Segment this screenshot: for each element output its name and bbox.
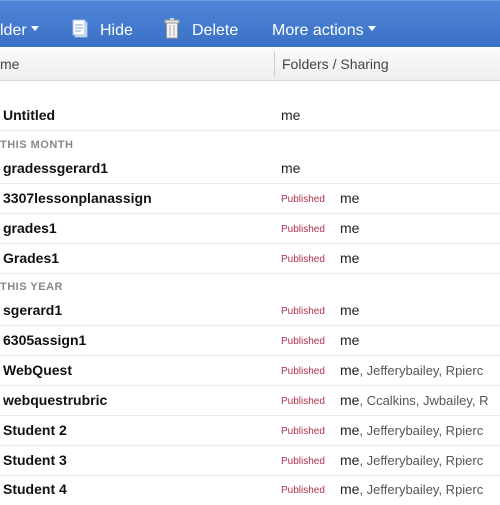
document-name[interactable]: WebQuest — [3, 356, 72, 385]
column-divider[interactable] — [274, 51, 275, 77]
delete-icon — [164, 18, 180, 39]
table-row[interactable]: Untitled me — [0, 101, 500, 131]
owner: me — [340, 250, 360, 266]
sharing-info: me — [340, 244, 359, 273]
owner: me — [340, 362, 360, 378]
published-badge: Published — [281, 456, 325, 467]
owner: me — [281, 160, 301, 176]
shared-with: , Jefferybailey, Rpierc — [359, 363, 484, 378]
published-badge: Published — [281, 306, 325, 317]
sharing-info: me, Ccalkins, Jwbailey, R — [340, 386, 489, 415]
chevron-down-icon — [367, 26, 376, 32]
table-row[interactable]: 6305assign1 Published me — [0, 326, 500, 356]
sharing-info: me — [340, 296, 359, 325]
published-badge: Published — [281, 485, 325, 496]
shared-with: , Ccalkins, Jwbailey, R — [359, 393, 489, 408]
table-row[interactable]: sgerard1 Published me — [0, 296, 500, 326]
shared-with: , Jefferybailey, Rpierc — [359, 423, 484, 438]
folders-sharing-column-header[interactable]: Folders / Sharing — [282, 47, 389, 81]
name-column-header[interactable]: me — [0, 47, 19, 81]
owner: me — [340, 220, 360, 236]
document-name[interactable]: Student 3 — [3, 446, 67, 475]
sharing-info: me — [340, 326, 359, 355]
table-row[interactable]: webquestrubric Published me, Ccalkins, J… — [0, 386, 500, 416]
sharing-info: me — [340, 184, 359, 213]
published-badge: Published — [281, 336, 325, 347]
document-name[interactable]: Untitled — [3, 101, 55, 130]
owner: me — [340, 332, 360, 348]
owner: me — [340, 422, 360, 438]
document-name[interactable]: Student 2 — [3, 416, 67, 445]
more-actions-label: More actions — [272, 22, 364, 39]
delete-button[interactable]: Delete — [192, 1, 238, 47]
owner: me — [340, 302, 360, 318]
document-name[interactable]: Grades1 — [3, 244, 59, 273]
shared-with: , Jefferybailey, Rpierc — [359, 482, 484, 497]
owner: me — [340, 452, 360, 468]
table-row[interactable]: Student 2 Published me, Jefferybailey, R… — [0, 416, 500, 446]
document-name[interactable]: grades1 — [3, 214, 57, 243]
sharing-info: me, Jefferybailey, Rpierc — [340, 446, 483, 475]
folder-button-label: lder — [0, 22, 27, 39]
document-name[interactable]: 6305assign1 — [3, 326, 86, 355]
sharing-info: me, Jefferybailey, Rpierc — [340, 356, 483, 385]
owner: me — [340, 190, 360, 206]
published-badge: Published — [281, 254, 325, 265]
hide-icon — [72, 19, 88, 38]
group-header-this-month: THIS MONTH — [0, 139, 74, 151]
document-name[interactable]: 3307lessonplanassign — [3, 184, 152, 213]
sharing-info: me — [340, 214, 359, 243]
sharing-info: me — [281, 101, 300, 130]
sharing-info: me — [281, 154, 300, 183]
published-badge: Published — [281, 396, 325, 407]
published-badge: Published — [281, 426, 325, 437]
document-name[interactable]: webquestrubric — [3, 386, 107, 415]
table-row[interactable]: gradessgerard1 me — [0, 154, 500, 184]
chevron-down-icon — [30, 26, 39, 32]
column-header: me Folders / Sharing — [0, 47, 500, 81]
table-row[interactable]: Grades1 Published me — [0, 244, 500, 274]
more-actions-button[interactable]: More actions — [272, 1, 376, 47]
shared-with: , Jefferybailey, Rpierc — [359, 453, 484, 468]
document-name[interactable]: gradessgerard1 — [3, 154, 108, 183]
owner: me — [340, 392, 360, 408]
group-header-this-year: THIS YEAR — [0, 281, 63, 293]
table-row[interactable]: grades1 Published me — [0, 214, 500, 244]
toolbar: lder Hide Delete More actions — [0, 0, 500, 48]
published-badge: Published — [281, 224, 325, 235]
table-row[interactable]: WebQuest Published me, Jefferybailey, Rp… — [0, 356, 500, 386]
sharing-info: me, Jefferybailey, Rpierc — [340, 416, 483, 445]
document-name[interactable]: sgerard1 — [3, 296, 62, 325]
published-badge: Published — [281, 194, 325, 205]
hide-button[interactable]: Hide — [100, 1, 133, 47]
table-row[interactable]: Student 3 Published me, Jefferybailey, R… — [0, 446, 500, 476]
published-badge: Published — [281, 366, 325, 377]
table-row[interactable]: 3307lessonplanassign Published me — [0, 184, 500, 214]
owner: me — [340, 481, 360, 497]
folder-button[interactable]: lder — [0, 1, 39, 47]
owner: me — [281, 107, 301, 123]
